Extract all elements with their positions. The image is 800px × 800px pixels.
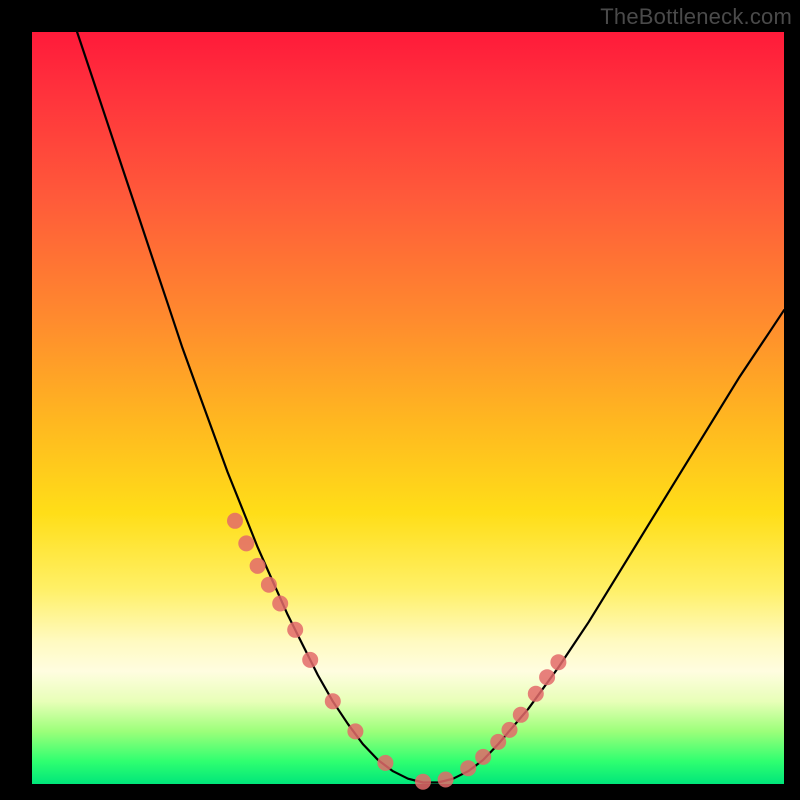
marker-dot (377, 755, 393, 771)
watermark-text: TheBottleneck.com (600, 4, 792, 30)
marker-dot (238, 535, 254, 551)
marker-dot (227, 513, 243, 529)
marker-dot (438, 772, 454, 788)
marker-dot (528, 686, 544, 702)
marker-dot (250, 558, 266, 574)
marker-dot (325, 693, 341, 709)
marker-dot (302, 652, 318, 668)
marker-dot (502, 722, 518, 738)
marker-dot (550, 654, 566, 670)
marker-dot (272, 596, 288, 612)
highlight-points (227, 513, 566, 790)
marker-dot (347, 723, 363, 739)
marker-dot (539, 669, 555, 685)
marker-dot (415, 774, 431, 790)
chart-frame: TheBottleneck.com (0, 0, 800, 800)
curve-layer (32, 32, 784, 784)
plot-area (32, 32, 784, 784)
marker-dot (513, 707, 529, 723)
marker-dot (475, 749, 491, 765)
marker-dot (261, 577, 277, 593)
marker-dot (460, 760, 476, 776)
marker-dot (287, 622, 303, 638)
bottleneck-curve (77, 32, 784, 783)
marker-dot (490, 734, 506, 750)
